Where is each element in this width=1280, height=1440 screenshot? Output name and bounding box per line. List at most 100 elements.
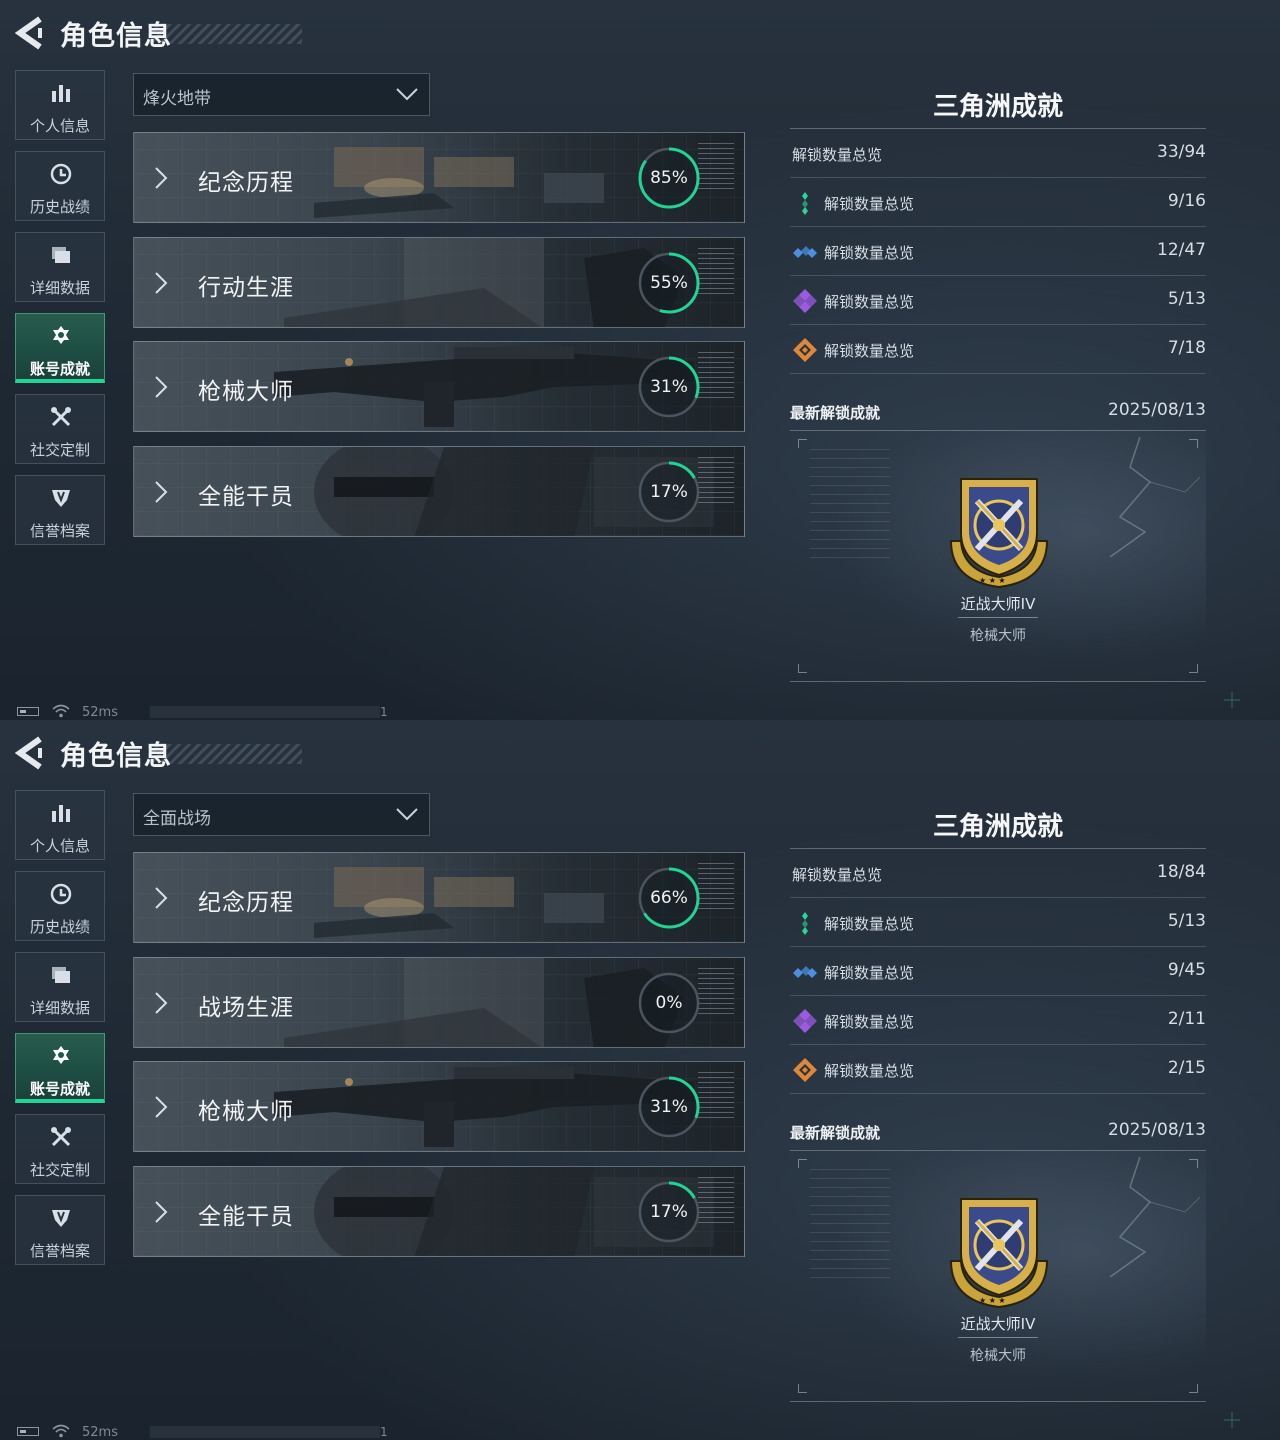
green-tier-icon	[792, 191, 818, 215]
sidebar-item-6[interactable]: 信誉档案	[15, 475, 105, 545]
achievement-category-card[interactable]: 纪念历程 85%	[133, 132, 745, 223]
tier-unlock-row: 解锁数量总览 5/13	[790, 899, 1206, 947]
achievement-category-card[interactable]: 战场生涯 0%	[133, 957, 745, 1048]
card-decoration-text	[698, 457, 734, 507]
back-arrow-icon	[14, 736, 42, 770]
purple-tier-icon	[792, 289, 818, 313]
crosshair-icon	[1224, 692, 1240, 708]
chevron-right-icon	[155, 1201, 168, 1223]
progress-percent: 17%	[650, 482, 688, 502]
orange-tier-icon	[792, 1058, 818, 1082]
sidebar-item-3[interactable]: 详细数据	[15, 952, 105, 1022]
shield-icon	[49, 1206, 73, 1230]
badge-category: 枪械大师	[970, 1348, 1026, 1364]
achievement-category-card[interactable]: 全能干员 17%	[133, 446, 745, 537]
row-label: 解锁数量总览	[824, 1062, 915, 1080]
back-arrow-icon	[14, 16, 42, 50]
panel-title: 三角洲成就	[932, 92, 1063, 122]
back-button[interactable]	[14, 16, 46, 50]
progress-percent: 0%	[655, 993, 683, 1013]
chevron-down-icon	[396, 808, 418, 821]
sidebar-item-5[interactable]: 社交定制	[15, 1114, 105, 1184]
card-title: 枪械大师	[198, 379, 294, 405]
achievement-badge[interactable]: ★ ★ ★	[941, 471, 1057, 589]
clock-icon	[49, 882, 73, 906]
achievement-badge[interactable]: ★ ★ ★	[941, 1191, 1057, 1309]
latest-unlock-date: 2025/08/13	[1108, 1120, 1206, 1140]
status-info-bar	[150, 1426, 380, 1438]
badge-name: 近战大师IV	[960, 1315, 1036, 1333]
row-label: 解锁数量总览	[824, 293, 915, 311]
sidebar-item-1[interactable]: 个人信息	[15, 790, 105, 860]
card-decoration-text	[698, 352, 734, 402]
lightning-decoration	[1109, 437, 1200, 557]
achievement-category-card[interactable]: 枪械大师 31%	[133, 341, 745, 432]
row-label: 解锁数量总览	[824, 195, 915, 213]
mode-select[interactable]: 烽火地带	[133, 73, 430, 116]
status-info-bar	[150, 706, 380, 718]
card-title: 纪念历程	[198, 170, 294, 196]
folder-icon	[49, 243, 73, 267]
row-label: 解锁数量总览	[824, 244, 915, 262]
tier-unlock-row: 解锁数量总览 9/45	[790, 948, 1206, 996]
sidebar-item-5[interactable]: 社交定制	[15, 394, 105, 464]
sidebar-item-label: 账号成就	[29, 1080, 90, 1098]
character-info-screen: 角色信息 个人信息 历史战绩 详细数据 账号成就 社交定制 信誉档案 烽火地带 纪念历程 85% 行…	[0, 0, 1280, 720]
tier-unlock-row: 解锁数量总览 12/47	[790, 228, 1206, 276]
frame-corner	[798, 1159, 807, 1168]
sidebar-item-label: 社交定制	[29, 441, 90, 459]
sidebar-item-label: 社交定制	[29, 1161, 90, 1179]
total-unlock-row: 解锁数量总览 33/94	[790, 130, 1206, 178]
folder-icon	[49, 963, 73, 987]
mode-select[interactable]: 全面战场	[133, 793, 430, 836]
blue-tier-icon	[792, 240, 818, 264]
achievement-category-card[interactable]: 枪械大师 31%	[133, 1061, 745, 1152]
achievement-category-card[interactable]: 全能干员 17%	[133, 1166, 745, 1257]
row-value: 7/18	[1167, 338, 1206, 358]
row-value: 9/16	[1167, 191, 1206, 211]
chevron-right-icon	[155, 481, 168, 503]
latest-achievement-showcase: ★ ★ ★ 近战大师IV 枪械大师	[790, 1150, 1206, 1402]
sidebar-item-label: 详细数据	[29, 999, 90, 1017]
svg-text:★ ★ ★: ★ ★ ★	[979, 576, 1006, 585]
sidebar-item-3[interactable]: 详细数据	[15, 232, 105, 302]
sidebar-item-4[interactable]: 账号成就	[15, 313, 105, 383]
sidebar-item-2[interactable]: 历史战绩	[15, 871, 105, 941]
row-label: 解锁数量总览	[792, 146, 883, 164]
purple-tier-icon	[792, 1009, 818, 1033]
card-title: 战场生涯	[198, 995, 294, 1021]
progress-percent: 31%	[650, 377, 688, 397]
progress-percent: 17%	[650, 1202, 688, 1222]
sidebar-item-label: 账号成就	[29, 360, 90, 378]
row-value: 2/11	[1167, 1009, 1206, 1029]
frame-corner	[798, 664, 807, 673]
total-unlock-row: 解锁数量总览 18/84	[790, 850, 1206, 898]
achievement-category-card[interactable]: 行动生涯 55%	[133, 237, 745, 328]
badge-divider	[958, 617, 1038, 618]
panel-divider	[790, 848, 1206, 849]
sidebar-item-2[interactable]: 历史战绩	[15, 151, 105, 221]
battery-icon	[17, 1427, 39, 1436]
tier-unlock-row: 解锁数量总览 5/13	[790, 277, 1206, 325]
sidebar-item-1[interactable]: 个人信息	[15, 70, 105, 140]
badge-divider	[958, 1337, 1038, 1338]
row-value: 18/84	[1157, 862, 1206, 882]
decorative-text-lines	[810, 449, 890, 559]
mode-select-value: 烽火地带	[143, 89, 211, 109]
orange-tier-icon	[792, 338, 818, 362]
sidebar-item-6[interactable]: 信誉档案	[15, 1195, 105, 1265]
chevron-right-icon	[155, 376, 168, 398]
back-button[interactable]	[14, 736, 46, 770]
card-title: 枪械大师	[198, 1099, 294, 1125]
achievement-category-card[interactable]: 纪念历程 66%	[133, 852, 745, 943]
sidebar-item-4[interactable]: 账号成就	[15, 1033, 105, 1103]
green-tier-icon	[792, 911, 818, 935]
ping-value: 52ms	[82, 1425, 118, 1440]
crossed-swords-badge-icon: ★ ★ ★	[949, 1198, 1049, 1309]
status-marker: 1	[380, 1425, 388, 1439]
progress-percent: 31%	[650, 1097, 688, 1117]
row-label: 解锁数量总览	[824, 342, 915, 360]
sidebar-item-label: 个人信息	[29, 837, 90, 855]
frame-corner	[1189, 664, 1198, 673]
battery-icon	[17, 707, 39, 716]
